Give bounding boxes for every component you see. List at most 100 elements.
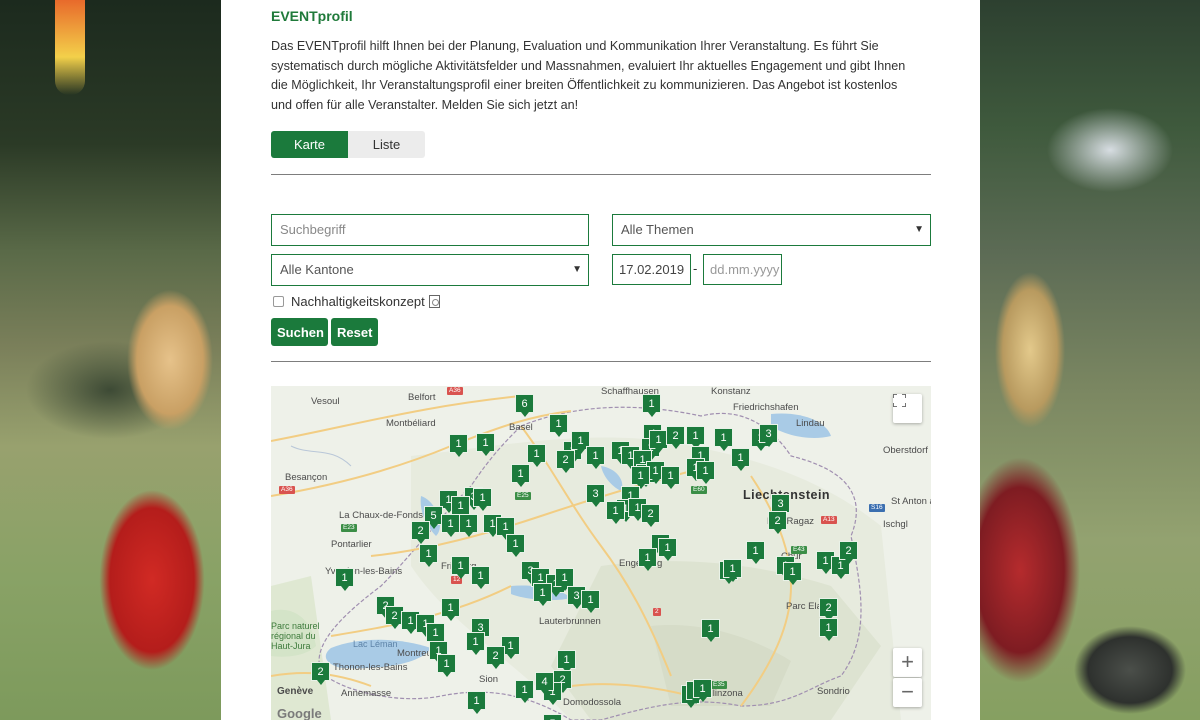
map-label-montbeliard: Montbéliard [386,418,436,429]
map-label-lindau: Lindau [796,418,825,429]
event-marker[interactable]: 1 [549,414,568,437]
fullscreen-button[interactable] [893,394,922,423]
event-marker[interactable]: 3 [586,484,605,507]
event-marker[interactable]: 6 [515,394,534,417]
date-from-input[interactable]: 17.02.2019 [612,254,691,285]
view-tabs: Karte Liste [271,131,425,158]
event-marker[interactable]: 1 [451,496,470,519]
event-marker[interactable]: 1 [473,488,492,511]
map-label-sondrio: Sondrio [817,686,850,697]
event-marker[interactable]: 1 [606,501,625,524]
date-to-input[interactable]: dd.mm.yyyy [703,254,782,285]
map-label-besancon: Besançon [285,472,328,483]
event-marker[interactable]: 1 [515,680,534,703]
event-marker[interactable]: 5 [543,714,562,720]
event-marker[interactable]: 1 [696,461,715,484]
search-input[interactable]: Suchbegriff [271,214,589,246]
event-marker[interactable]: 2 [839,541,858,564]
event-marker[interactable]: 1 [581,590,600,613]
event-marker[interactable]: 1 [638,548,657,571]
event-marker[interactable]: 1 [466,632,485,655]
event-marker[interactable]: 1 [441,514,460,537]
map-label-parc-ela: Parc Ela [786,601,822,612]
event-marker[interactable]: 2 [411,521,430,544]
event-marker[interactable]: 1 [586,446,605,469]
event-marker[interactable]: 1 [467,691,486,714]
search-button[interactable]: Suchen [271,318,328,346]
event-marker[interactable]: 1 [783,562,802,585]
zoom-in-button[interactable]: + [893,648,922,677]
event-marker[interactable]: 1 [819,618,838,641]
tab-liste[interactable]: Liste [348,131,425,158]
map-label-oberstdorf: Oberstdorf [883,445,928,456]
chevron-down-icon: ▼ [572,264,582,275]
event-marker[interactable]: 1 [557,650,576,673]
event-marker[interactable]: 3 [759,424,778,447]
intro-text: Das EVENTprofil hilft Ihnen bei der Plan… [271,39,906,112]
event-marker[interactable]: 1 [527,444,546,467]
event-marker[interactable]: 1 [731,448,750,471]
road-shield: 2 [653,608,661,616]
tab-karte[interactable]: Karte [271,131,348,158]
road-shield: S16 [869,504,885,512]
sustainability-checkbox[interactable] [273,296,284,307]
divider-bottom [271,361,931,362]
event-marker[interactable]: 2 [486,646,505,669]
event-marker[interactable]: 1 [506,534,525,557]
event-marker[interactable]: 1 [555,568,574,591]
event-marker[interactable]: 1 [511,464,530,487]
event-marker[interactable]: 1 [658,538,677,561]
event-marker[interactable]: 1 [723,559,742,582]
fullscreen-icon [893,394,906,407]
event-marker[interactable]: 1 [714,428,733,451]
event-marker[interactable]: 2 [641,504,660,527]
event-marker[interactable]: 4 [535,672,554,695]
event-marker[interactable]: 1 [661,466,680,489]
event-marker[interactable]: 1 [533,583,552,606]
event-marker[interactable]: 1 [476,433,495,456]
date-to-placeholder: dd.mm.yyyy [710,262,780,277]
event-marker[interactable]: 1 [693,679,712,702]
event-marker[interactable]: 1 [419,544,438,567]
map-label-park: Parc naturel régional du Haut-Jura [271,621,320,651]
event-marker[interactable]: 2 [311,662,330,685]
reset-button[interactable]: Reset [331,318,378,346]
event-marker[interactable]: 1 [437,654,456,677]
event-marker[interactable]: 1 [451,556,470,579]
event-marker[interactable]: 2 [666,426,685,449]
map-label-belfort: Belfort [408,392,436,403]
event-marker[interactable]: 1 [686,426,705,449]
event-marker[interactable]: 1 [449,434,468,457]
road-shield: E43 [791,546,807,554]
event-marker[interactable]: 1 [459,514,478,537]
event-marker[interactable]: 1 [631,466,650,489]
event-marker[interactable]: 1 [642,394,661,417]
canton-select[interactable]: Alle Kantone ▼ [271,254,589,286]
event-marker[interactable]: 2 [556,450,575,473]
event-marker[interactable]: 2 [768,511,787,534]
map-label-annemasse: Annemasse [341,688,392,699]
road-shield: A13 [821,516,837,524]
background-bag [1060,610,1200,720]
map-label-lauterbrunnen: Lauterbrunnen [539,616,601,627]
map-label-geneve: Genève [277,686,314,697]
chevron-down-icon: ▼ [914,224,924,235]
events-map[interactable]: Schaffhausen Konstanz Friedrichshafen Li… [271,386,931,720]
event-marker[interactable]: 1 [701,619,720,642]
road-shield: A36 [447,387,463,395]
event-marker[interactable]: 1 [335,568,354,591]
zoom-out-button[interactable]: − [893,678,922,707]
map-label-friedrichshafen: Friedrichshafen [733,402,799,413]
theme-select[interactable]: Alle Themen ▼ [612,214,931,246]
canton-select-value: Alle Kantone [280,262,354,277]
map-label-domodossola: Domodossola [563,697,622,708]
event-marker[interactable]: 1 [441,598,460,621]
event-marker[interactable]: 1 [426,623,445,646]
map-label-basel: Basel [509,422,533,433]
event-marker[interactable]: 1 [746,541,765,564]
theme-select-value: Alle Themen [621,222,694,237]
event-marker[interactable]: 2 [819,598,838,621]
pdf-icon[interactable] [428,295,440,308]
event-marker[interactable]: 1 [471,566,490,589]
road-shield: E60 [691,486,707,494]
